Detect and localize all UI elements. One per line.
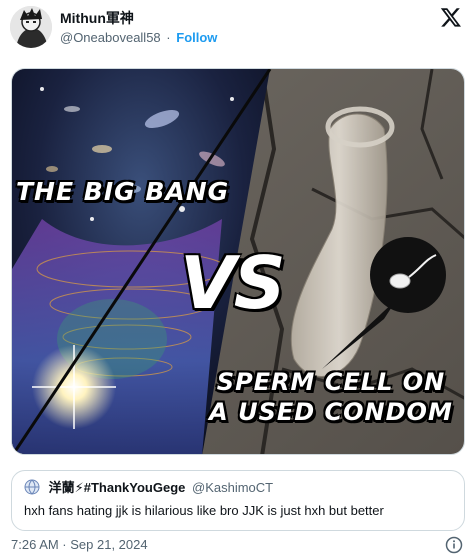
author-names: Mithun軍神 @Oneaboveall58 · Follow <box>60 9 217 47</box>
quoted-handle[interactable]: @KashimoCT <box>192 480 273 495</box>
tweet-timestamp[interactable]: 7:26 AM · Sep 21, 2024 <box>11 537 148 552</box>
quoted-tweet-header: 洋蘭⚡#ThankYouGege @KashimoCT <box>24 479 452 497</box>
follow-link[interactable]: Follow <box>176 30 217 45</box>
quoted-tweet-text: hxh fans hating jjk is hilarious like br… <box>24 503 384 518</box>
avatar[interactable] <box>10 6 52 48</box>
x-logo-icon[interactable] <box>440 6 462 28</box>
sperm-cell-caption: SPERM CELL ON A USED CONDOM <box>209 368 453 426</box>
quoted-display-name[interactable]: 洋蘭⚡#ThankYouGege <box>49 480 186 495</box>
big-bang-caption: THE BIG BANG <box>16 177 230 206</box>
tweet-embed-card: Mithun軍神 @Oneaboveall58 · Follow THE BIG… <box>0 0 474 555</box>
info-icon[interactable] <box>445 536 463 554</box>
handle[interactable]: @Oneaboveall58 <box>60 30 161 45</box>
quoted-tweet[interactable]: 洋蘭⚡#ThankYouGege @KashimoCT hxh fans hat… <box>11 470 465 531</box>
handle-line: @Oneaboveall58 · Follow <box>60 29 217 47</box>
tweet-media-image[interactable]: THE BIG BANG VS SPERM CELL ON A USED CON… <box>11 68 465 455</box>
separator-dot: · <box>166 30 171 45</box>
globe-icon <box>24 479 40 495</box>
display-name[interactable]: Mithun軍神 <box>60 9 217 27</box>
tweet-header: Mithun軍神 @Oneaboveall58 · Follow <box>10 6 464 48</box>
vs-caption: VS <box>180 241 286 325</box>
